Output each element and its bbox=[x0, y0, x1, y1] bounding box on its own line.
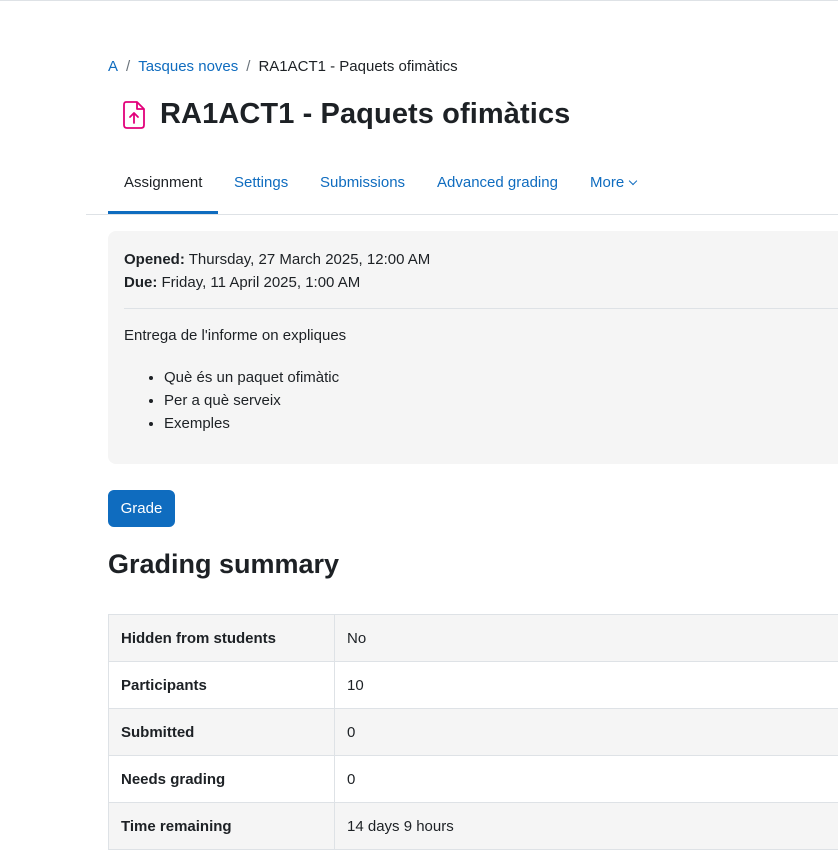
opened-date: Opened: Thursday, 27 March 2025, 12:00 A… bbox=[124, 248, 430, 271]
activity-information: Opened: Thursday, 27 March 2025, 12:00 A… bbox=[108, 231, 838, 464]
tab-more[interactable]: More bbox=[590, 162, 636, 214]
activity-description: Entrega de l'informe on expliques bbox=[124, 327, 346, 344]
tab-assignment[interactable]: Assignment bbox=[108, 162, 218, 214]
secondary-navigation: Assignment Settings Submissions Advanced… bbox=[86, 162, 838, 215]
row-label: Submitted bbox=[109, 709, 335, 756]
divider bbox=[124, 308, 838, 309]
opened-value: Thursday, 27 March 2025, 12:00 AM bbox=[189, 251, 431, 268]
description-list: Què és un paquet ofimàtic Per a què serv… bbox=[124, 366, 339, 435]
breadcrumb: A / Tasques noves / RA1ACT1 - Paquets of… bbox=[108, 58, 458, 75]
tab-advanced-grading[interactable]: Advanced grading bbox=[437, 162, 558, 214]
breadcrumb-item-course[interactable]: A bbox=[108, 58, 118, 75]
list-item: Per a què serveix bbox=[164, 389, 339, 412]
list-item: Exemples bbox=[164, 412, 339, 435]
row-label: Hidden from students bbox=[109, 615, 335, 662]
row-value: No bbox=[335, 615, 838, 662]
grading-summary-heading: Grading summary bbox=[108, 549, 339, 580]
row-value: 0 bbox=[335, 756, 838, 803]
row-value: 0 bbox=[335, 709, 838, 756]
row-value: 10 bbox=[335, 662, 838, 709]
page-title: RA1ACT1 - Paquets ofimàtics bbox=[160, 98, 570, 131]
list-item: Què és un paquet ofimàtic bbox=[164, 366, 339, 389]
page-header: RA1ACT1 - Paquets ofimàtics bbox=[121, 98, 570, 131]
tab-more-label: More bbox=[590, 174, 624, 191]
grading-summary-table: Hidden from students No Participants 10 … bbox=[108, 614, 838, 850]
row-label: Needs grading bbox=[109, 756, 335, 803]
tab-settings[interactable]: Settings bbox=[234, 162, 288, 214]
due-label: Due: bbox=[124, 274, 157, 291]
activity-dates: Opened: Thursday, 27 March 2025, 12:00 A… bbox=[124, 248, 430, 294]
breadcrumb-separator: / bbox=[126, 58, 130, 75]
grade-button[interactable]: Grade bbox=[108, 490, 175, 527]
table-row: Submitted 0 bbox=[109, 709, 838, 756]
tab-submissions[interactable]: Submissions bbox=[320, 162, 405, 214]
table-row: Participants 10 bbox=[109, 662, 838, 709]
table-row: Needs grading 0 bbox=[109, 756, 838, 803]
top-border bbox=[0, 0, 838, 1]
row-label: Participants bbox=[109, 662, 335, 709]
breadcrumb-separator: / bbox=[246, 58, 250, 75]
chevron-down-icon bbox=[629, 177, 637, 185]
breadcrumb-item-section[interactable]: Tasques noves bbox=[138, 58, 238, 75]
table-row: Hidden from students No bbox=[109, 615, 838, 662]
row-value: 14 days 9 hours bbox=[335, 803, 838, 850]
due-date: Due: Friday, 11 April 2025, 1:00 AM bbox=[124, 271, 430, 294]
due-value: Friday, 11 April 2025, 1:00 AM bbox=[162, 274, 361, 291]
table-row: Time remaining 14 days 9 hours bbox=[109, 803, 838, 850]
assignment-upload-icon bbox=[121, 100, 147, 130]
breadcrumb-current: RA1ACT1 - Paquets ofimàtics bbox=[258, 58, 457, 75]
row-label: Time remaining bbox=[109, 803, 335, 850]
opened-label: Opened: bbox=[124, 251, 185, 268]
